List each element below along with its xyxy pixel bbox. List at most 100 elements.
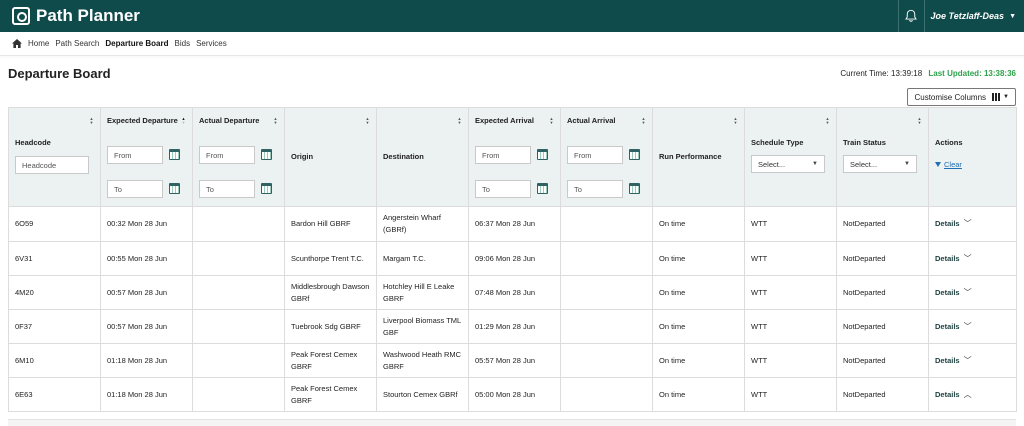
horizontal-scrollbar[interactable] bbox=[8, 419, 1016, 426]
notifications-button[interactable] bbox=[897, 0, 924, 32]
details-button[interactable]: Details ﹀ bbox=[935, 253, 972, 265]
nav-departure-board[interactable]: Departure Board bbox=[105, 39, 168, 48]
cell-headcode: 6V31 bbox=[8, 241, 101, 276]
calendar-icon[interactable] bbox=[537, 149, 548, 160]
cell-run-performance: On time bbox=[652, 377, 745, 412]
time-info: Current Time: 13:39:18 Last Updated: 13:… bbox=[840, 69, 1016, 78]
details-button[interactable]: Details ﹀ bbox=[935, 218, 972, 230]
sort-icon[interactable]: ▲ ▼ bbox=[365, 117, 370, 125]
cell-train-status: NotDeparted bbox=[836, 241, 929, 276]
cell-actual-arrival bbox=[560, 275, 653, 310]
header-train-status: Train Status bbox=[843, 138, 886, 147]
expected-arrival-to-input[interactable]: To bbox=[475, 180, 531, 198]
calendar-icon[interactable] bbox=[629, 183, 640, 194]
cell-headcode: 4M20 bbox=[8, 275, 101, 310]
nav-home[interactable]: Home bbox=[28, 39, 49, 48]
col-destination: ▲ ▼ Destination bbox=[376, 107, 469, 207]
cell-actual-arrival bbox=[560, 206, 653, 242]
sort-icon[interactable]: ▲ ▼ bbox=[917, 117, 922, 125]
sort-icon[interactable]: ▲ ▼ bbox=[457, 117, 462, 125]
cell-expected-arrival: 09:06 Mon 28 Jun bbox=[468, 241, 561, 276]
customise-columns-label: Customise Columns bbox=[914, 92, 987, 102]
nav-bids[interactable]: Bids bbox=[175, 39, 191, 48]
details-button[interactable]: Details ﹀ bbox=[935, 287, 972, 299]
departure-table: ▲ ▼ Headcode Headcode ▲ ▼ Expected Departu… bbox=[8, 107, 1017, 412]
actual-departure-from-input[interactable]: From bbox=[199, 146, 255, 164]
nav-path-search[interactable]: Path Search bbox=[55, 39, 99, 48]
header-destination: Destination bbox=[383, 152, 424, 161]
cell-actions: Details ﹀ bbox=[928, 343, 1017, 378]
header-schedule-type: Schedule Type bbox=[751, 138, 804, 147]
nav-services[interactable]: Services bbox=[196, 39, 227, 48]
cell-actions: Details ﹀ bbox=[928, 241, 1017, 276]
cell-actual-arrival bbox=[560, 377, 653, 412]
app-logo[interactable]: Path Planner bbox=[0, 6, 140, 26]
details-button[interactable]: Details ︿ bbox=[935, 389, 972, 401]
expected-departure-from-input[interactable]: From bbox=[107, 146, 163, 164]
chevron-down-icon: ▼ bbox=[904, 161, 910, 167]
expected-departure-to-input[interactable]: To bbox=[107, 180, 163, 198]
details-button[interactable]: Details ﹀ bbox=[935, 321, 972, 333]
sort-icon[interactable]: ▲ ▼ bbox=[733, 117, 738, 125]
col-headcode: ▲ ▼ Headcode Headcode bbox=[8, 107, 101, 207]
calendar-icon[interactable] bbox=[261, 149, 272, 160]
chevron-up-icon: ︿ bbox=[963, 389, 972, 399]
cell-run-performance: On time bbox=[652, 343, 745, 378]
calendar-icon[interactable] bbox=[537, 183, 548, 194]
customise-columns-button[interactable]: Customise Columns ▼ bbox=[907, 88, 1016, 106]
details-label: Details bbox=[935, 287, 960, 297]
col-actions: Actions Clear bbox=[928, 107, 1017, 207]
actual-arrival-to-input[interactable]: To bbox=[567, 180, 623, 198]
details-button[interactable]: Details ﹀ bbox=[935, 355, 972, 367]
actual-departure-to-input[interactable]: To bbox=[199, 180, 255, 198]
calendar-icon[interactable] bbox=[629, 149, 640, 160]
cell-origin: Middlesbrough Dawson GBRf bbox=[284, 275, 377, 310]
cell-train-status: NotDeparted bbox=[836, 206, 929, 242]
cell-train-status: NotDeparted bbox=[836, 309, 929, 344]
cell-expected-arrival: 05:57 Mon 28 Jun bbox=[468, 343, 561, 378]
col-actual-arrival: ▲ ▼ Actual Arrival From To bbox=[560, 107, 653, 207]
table-row: 6V31 00:55 Mon 28 Jun Scunthorpe Trent T.C… bbox=[8, 241, 1017, 276]
sort-icon[interactable]: ▲ ▼ bbox=[641, 117, 646, 125]
headcode-filter-input[interactable]: Headcode bbox=[15, 156, 89, 174]
chevron-down-icon: ﹀ bbox=[963, 219, 972, 228]
details-label: Details bbox=[935, 389, 960, 399]
calendar-icon[interactable] bbox=[169, 149, 180, 160]
path-planner-logo-icon bbox=[12, 7, 30, 25]
last-updated: Last Updated: 13:38:36 bbox=[928, 69, 1016, 78]
clear-filters-link[interactable]: Clear bbox=[935, 160, 962, 169]
cell-actual-arrival bbox=[560, 309, 653, 344]
cell-train-status: NotDeparted bbox=[836, 377, 929, 412]
cell-origin: Peak Forest Cemex GBRF bbox=[284, 343, 377, 378]
header-expected-arrival: Expected Arrival bbox=[475, 116, 534, 125]
header-expected-departure: Expected Departure bbox=[107, 116, 178, 125]
cell-schedule-type: WTT bbox=[744, 309, 837, 344]
cell-expected-arrival: 06:37 Mon 28 Jun bbox=[468, 206, 561, 242]
cell-actual-departure bbox=[192, 343, 285, 378]
col-schedule-type: ▲ ▼ Schedule Type Select... ▼ bbox=[744, 107, 837, 207]
train-status-select[interactable]: Select... ▼ bbox=[843, 155, 917, 173]
actual-arrival-from-input[interactable]: From bbox=[567, 146, 623, 164]
col-origin: ▲ ▼ Origin bbox=[284, 107, 377, 207]
bell-icon bbox=[905, 9, 917, 22]
details-label: Details bbox=[935, 253, 960, 263]
clear-label: Clear bbox=[944, 160, 962, 169]
cell-expected-arrival: 01:29 Mon 28 Jun bbox=[468, 309, 561, 344]
user-menu[interactable]: Joe Tetzlaff-Deas ▼ bbox=[923, 0, 1024, 32]
cell-actual-departure bbox=[192, 309, 285, 344]
cell-actual-departure bbox=[192, 275, 285, 310]
sort-icon[interactable]: ▲ ▼ bbox=[273, 117, 278, 125]
sort-icon[interactable]: ▲ ▼ bbox=[549, 117, 554, 125]
sort-asc-icon[interactable]: ▲ ▼ bbox=[181, 117, 186, 125]
calendar-icon[interactable] bbox=[169, 183, 180, 194]
home-icon[interactable] bbox=[12, 39, 22, 48]
cell-schedule-type: WTT bbox=[744, 377, 837, 412]
sort-icon[interactable]: ▲ ▼ bbox=[825, 117, 830, 125]
calendar-icon[interactable] bbox=[261, 183, 272, 194]
sort-icon[interactable]: ▲ ▼ bbox=[89, 117, 94, 125]
schedule-type-select[interactable]: Select... ▼ bbox=[751, 155, 825, 173]
header-actual-arrival: Actual Arrival bbox=[567, 116, 616, 125]
cell-train-status: NotDeparted bbox=[836, 275, 929, 310]
expected-arrival-from-input[interactable]: From bbox=[475, 146, 531, 164]
current-time-label: Current Time: bbox=[840, 69, 889, 78]
